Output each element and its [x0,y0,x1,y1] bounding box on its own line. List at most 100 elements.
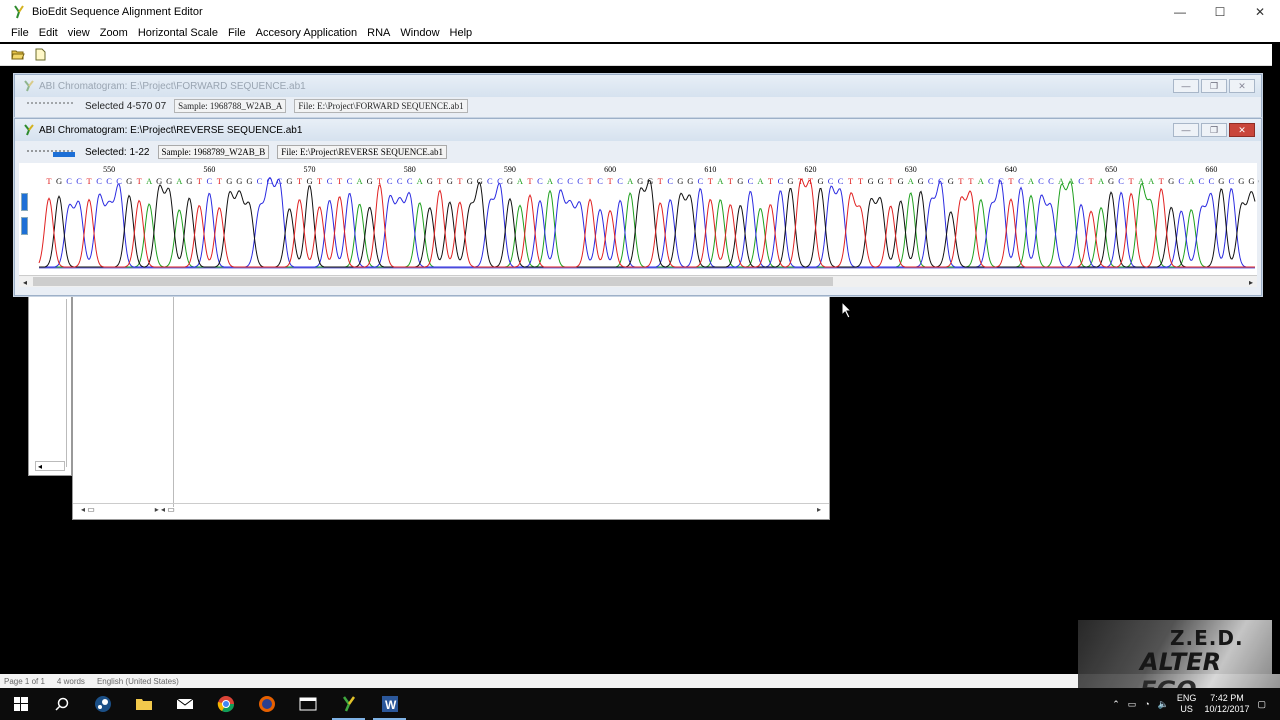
base-call[interactable]: T [197,176,203,186]
menu-zoom[interactable]: Zoom [95,27,133,39]
base-call[interactable]: G [637,176,643,186]
base-call[interactable]: G [306,176,312,186]
base-call[interactable]: C [748,176,754,186]
base-call[interactable]: C [1208,176,1214,186]
taskbar-firefox[interactable] [246,688,287,720]
base-call[interactable]: C [106,176,112,186]
base-call[interactable]: A [517,176,524,186]
base-call[interactable]: C [1118,176,1124,186]
base-call[interactable]: G [1108,176,1114,186]
base-call[interactable]: C [928,176,934,186]
chromatogram-forward-titlebar[interactable]: ABI Chromatogram: E:\Project\FORWARD SEQ… [15,75,1261,97]
base-call[interactable]: C [407,176,413,186]
reverse-minimize-button[interactable]: — [1173,123,1199,137]
volume-icon[interactable]: 🔈 [1158,699,1169,710]
taskbar-steam[interactable] [82,688,123,720]
menu-accesory-application[interactable]: Accesory Application [251,27,363,39]
base-call[interactable]: T [858,176,864,186]
base-call[interactable]: C [667,176,673,186]
chromatogram-trace-area[interactable]: 550 560 570 580 590 600 610 620 630 640 650 660 T G C C… [19,163,1259,275]
alignment-horizontal-scrollbar[interactable]: ◂ ▭ ▸ ◂ ▭ ▸ [73,503,829,515]
menu-view[interactable]: view [63,27,95,39]
base-call[interactable]: G [817,176,823,186]
base-call[interactable]: G [226,176,232,186]
base-call[interactable]: C [567,176,573,186]
base-call[interactable]: T [46,176,52,186]
scroll-right-arrow[interactable]: ▸ [1245,276,1257,288]
scroll-left-arrow[interactable]: ◂ [35,461,65,471]
base-call[interactable]: T [217,176,223,186]
base-call[interactable]: C [1178,176,1184,186]
base-call[interactable]: G [687,176,693,186]
base-call[interactable]: T [728,176,734,186]
maximize-button[interactable]: ☐ [1200,0,1240,24]
base-call[interactable]: G [367,176,373,186]
chromatogram-trace[interactable]: 550 560 570 580 590 600 610 620 630 640 650 660T G C C… [19,163,1259,275]
base-call[interactable]: G [447,176,453,186]
base-call[interactable]: T [608,176,614,186]
chromatogram-window-forward[interactable]: ABI Chromatogram: E:\Project\FORWARD SEQ… [14,74,1262,122]
base-call[interactable]: G [1248,176,1254,186]
base-call[interactable]: T [1088,176,1094,186]
network-icon[interactable]: ◔ [1144,699,1149,709]
base-call[interactable]: C [1078,176,1084,186]
base-call[interactable]: G [878,176,884,186]
base-call[interactable]: C [1018,176,1024,186]
base-call[interactable]: G [737,176,743,186]
base-call[interactable]: G [948,176,954,186]
base-call[interactable]: G [246,176,252,186]
menu-file[interactable]: File [6,27,34,39]
base-call[interactable]: G [467,176,473,186]
base-call[interactable]: C [76,176,82,186]
base-call[interactable]: A [547,176,554,186]
base-call[interactable]: C [387,176,393,186]
menu-horizontal-scale[interactable]: Horizontal Scale [133,27,223,39]
base-call[interactable]: T [297,176,303,186]
base-call[interactable]: T [1008,176,1014,186]
menu-window[interactable]: Window [395,27,444,39]
start-button[interactable] [0,688,41,720]
base-call[interactable]: G [898,176,904,186]
base-call[interactable]: A [1188,176,1195,186]
menu-file-2[interactable]: File [223,27,251,39]
base-call[interactable]: A [627,176,634,186]
base-call[interactable]: G [507,176,513,186]
base-call[interactable]: T [968,176,974,186]
notification-icon[interactable]: ▢ [1257,699,1266,710]
clock[interactable]: 7:42 PM 10/12/2017 [1204,693,1249,715]
forward-close-button[interactable]: ✕ [1229,79,1255,93]
base-call[interactable]: T [337,176,343,186]
base-call[interactable]: C [1048,176,1054,186]
base-call[interactable]: A [1098,176,1105,186]
base-call[interactable]: A [176,176,183,186]
taskbar-bioedit[interactable] [328,688,369,720]
reverse-close-button[interactable]: ✕ [1229,123,1255,137]
base-call[interactable]: T [888,176,894,186]
base-call[interactable]: C [257,176,263,186]
base-call[interactable]: C [1038,176,1044,186]
reverse-restore-button[interactable]: ❐ [1201,123,1227,137]
base-call[interactable]: G [868,176,874,186]
chromatogram-horizontal-scrollbar[interactable]: ◂ ▸ [19,275,1257,287]
taskbar-word[interactable]: W [369,688,410,720]
base-call[interactable]: C [1198,176,1204,186]
new-document-icon[interactable] [32,47,48,63]
base-call[interactable]: T [958,176,964,186]
base-call[interactable]: G [236,176,242,186]
base-call[interactable]: G [1218,176,1224,186]
base-call[interactable]: C [778,176,784,186]
base-call[interactable]: T [1129,176,1135,186]
menu-rna[interactable]: RNA [362,27,395,39]
base-call[interactable]: G [186,176,192,186]
base-call[interactable]: C [66,176,72,186]
base-call[interactable]: T [86,176,92,186]
minimize-button[interactable]: — [1160,0,1200,24]
base-call[interactable]: A [978,176,985,186]
taskbar-window-app[interactable] [287,688,328,720]
chromatogram-reverse-titlebar[interactable]: ABI Chromatogram: E:\Project\REVERSE SEQ… [15,119,1261,141]
pen-tool-icon[interactable] [25,99,77,113]
base-call[interactable]: G [166,176,172,186]
base-call[interactable]: T [437,176,443,186]
battery-icon[interactable]: ▭ [1128,699,1137,710]
base-call[interactable]: G [1258,176,1259,186]
